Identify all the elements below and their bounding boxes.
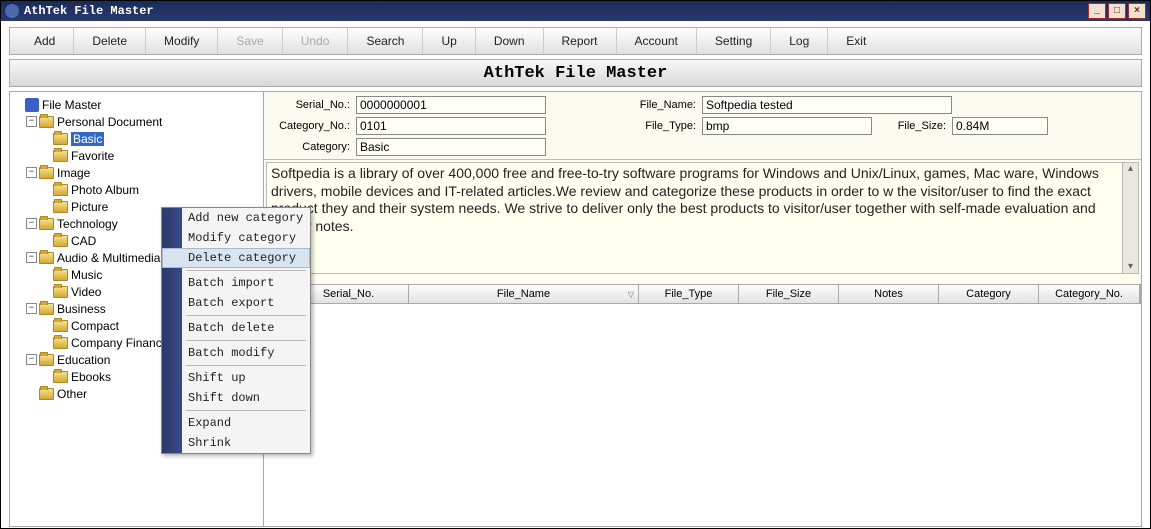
col-notes[interactable]: Notes — [839, 285, 939, 303]
folder-icon — [53, 184, 68, 196]
category-label: Category: — [268, 141, 352, 153]
folder-icon — [53, 150, 68, 162]
tree-personal-document[interactable]: −Personal Document — [26, 113, 261, 130]
filetype-label: File_Type: — [624, 120, 698, 132]
ctx-add-category[interactable]: Add new category — [162, 208, 310, 228]
tree-photo-album[interactable]: Photo Album — [40, 181, 261, 198]
filesize-label: File_Size: — [876, 120, 948, 132]
add-button[interactable]: Add — [16, 28, 73, 54]
filename-label: File_Name: — [624, 99, 698, 111]
collapse-icon[interactable]: − — [26, 252, 37, 263]
folder-icon — [53, 201, 68, 213]
file-form: Serial_No.: File_Name: Category_No.: Fil… — [264, 92, 1141, 160]
detail-panel: Serial_No.: File_Name: Category_No.: Fil… — [264, 92, 1141, 526]
minimize-button[interactable]: _ — [1088, 3, 1106, 19]
folder-icon — [39, 303, 54, 315]
close-button[interactable]: × — [1128, 3, 1146, 19]
serial-input[interactable] — [356, 96, 546, 114]
separator — [186, 365, 306, 366]
folder-icon — [53, 235, 68, 247]
ctx-batch-modify[interactable]: Batch modify — [162, 343, 310, 363]
folder-icon — [53, 286, 68, 298]
folder-icon — [39, 218, 54, 230]
description-box[interactable]: Softpedia is a library of over 400,000 f… — [266, 162, 1139, 274]
collapse-icon[interactable]: − — [26, 167, 37, 178]
ctx-expand[interactable]: Expand — [162, 413, 310, 433]
separator — [186, 340, 306, 341]
col-filetype[interactable]: File_Type — [639, 285, 739, 303]
log-button[interactable]: Log — [770, 28, 827, 54]
col-category[interactable]: Category — [939, 285, 1039, 303]
exit-button[interactable]: Exit — [827, 28, 884, 54]
separator — [186, 315, 306, 316]
modify-button[interactable]: Modify — [145, 28, 217, 54]
tree-basic[interactable]: Basic — [40, 130, 261, 147]
toolbar: Add Delete Modify Save Undo Search Up Do… — [9, 27, 1142, 55]
banner: AthTek File Master — [9, 59, 1142, 87]
delete-button[interactable]: Delete — [73, 28, 145, 54]
filetype-input[interactable] — [702, 117, 872, 135]
ctx-delete-category[interactable]: Delete category — [162, 248, 310, 268]
folder-icon — [53, 371, 68, 383]
catno-input[interactable] — [356, 117, 546, 135]
col-filesize[interactable]: File_Size — [739, 285, 839, 303]
scrollbar[interactable] — [1122, 163, 1138, 273]
separator — [186, 410, 306, 411]
account-button[interactable]: Account — [616, 28, 696, 54]
setting-button[interactable]: Setting — [696, 28, 770, 54]
collapse-icon[interactable]: − — [26, 218, 37, 229]
up-button[interactable]: Up — [422, 28, 474, 54]
search-button[interactable]: Search — [347, 28, 422, 54]
filesize-input[interactable] — [952, 117, 1048, 135]
folder-icon — [53, 269, 68, 281]
context-menu: Add new category Modify category Delete … — [161, 207, 311, 454]
collapse-icon[interactable]: − — [26, 116, 37, 127]
grid-header: Serial_No. File_Name▽ File_Type File_Siz… — [264, 284, 1141, 304]
description-text: Softpedia is a library of over 400,000 f… — [271, 165, 1099, 234]
ctx-shift-down[interactable]: Shift down — [162, 388, 310, 408]
down-button[interactable]: Down — [475, 28, 543, 54]
catno-label: Category_No.: — [268, 120, 352, 132]
col-filename[interactable]: File_Name▽ — [409, 285, 639, 303]
tree-image[interactable]: −Image — [26, 164, 261, 181]
banner-title: AthTek File Master — [484, 64, 668, 83]
ctx-shift-up[interactable]: Shift up — [162, 368, 310, 388]
undo-button[interactable]: Undo — [282, 28, 348, 54]
folder-icon — [53, 133, 68, 145]
tree-favorite[interactable]: Favorite — [40, 147, 261, 164]
app-window: AthTek File Master _ □ × Add Delete Modi… — [0, 0, 1151, 529]
filename-input[interactable] — [702, 96, 952, 114]
folder-icon — [39, 116, 54, 128]
ctx-modify-category[interactable]: Modify category — [162, 228, 310, 248]
save-button[interactable]: Save — [217, 28, 281, 54]
window-title: AthTek File Master — [24, 4, 1088, 18]
grid-body[interactable] — [264, 304, 1141, 526]
app-root-icon — [25, 98, 39, 112]
report-button[interactable]: Report — [543, 28, 616, 54]
folder-icon — [39, 167, 54, 179]
category-input[interactable] — [356, 138, 546, 156]
folder-icon — [53, 320, 68, 332]
serial-label: Serial_No.: — [268, 99, 352, 111]
ctx-shrink[interactable]: Shrink — [162, 433, 310, 453]
maximize-button[interactable]: □ — [1108, 3, 1126, 19]
titlebar: AthTek File Master _ □ × — [1, 1, 1150, 21]
folder-icon — [53, 337, 68, 349]
app-icon — [5, 4, 19, 18]
folder-icon — [39, 354, 54, 366]
ctx-batch-export[interactable]: Batch export — [162, 293, 310, 313]
col-categoryno[interactable]: Category_No. — [1039, 285, 1140, 303]
tree-root[interactable]: File Master — [12, 96, 261, 113]
collapse-icon[interactable]: − — [26, 354, 37, 365]
collapse-icon[interactable]: − — [26, 303, 37, 314]
ctx-batch-import[interactable]: Batch import — [162, 273, 310, 293]
separator — [186, 270, 306, 271]
sort-indicator-icon: ▽ — [628, 290, 634, 299]
folder-icon — [39, 252, 54, 264]
ctx-batch-delete[interactable]: Batch delete — [162, 318, 310, 338]
folder-icon — [39, 388, 54, 400]
